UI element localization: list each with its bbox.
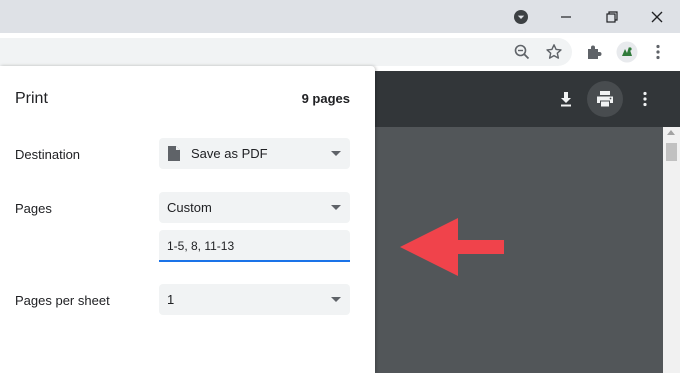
profile-button[interactable] [613,38,641,66]
scroll-up-arrow-icon[interactable] [667,130,675,135]
restore-button[interactable] [589,0,635,33]
document-icon [168,146,180,161]
address-bar[interactable] [0,38,572,66]
zoom-button[interactable] [508,38,536,66]
pages-per-sheet-value: 1 [167,292,175,307]
print-dialog: Print 9 pages Destination Save as PDF Pa… [0,66,375,373]
destination-label: Destination [15,147,81,162]
profile-menu-button[interactable] [498,0,544,33]
preview-header [375,71,680,127]
bookmark-button[interactable] [540,38,568,66]
avatar [616,41,638,63]
more-vert-icon [643,91,647,107]
preview-scrollbar[interactable] [663,127,680,373]
custom-pages-input[interactable] [167,237,342,255]
zoom-icon [514,44,530,60]
custom-pages-field[interactable] [159,230,350,262]
restore-icon [606,10,618,23]
minimize-icon [561,15,571,18]
close-button[interactable] [634,0,680,33]
dialog-title: Print [15,90,48,107]
title-bar [0,0,680,33]
chevron-down-icon [331,205,341,210]
extensions-icon [588,45,602,59]
chevron-down-circle-icon [514,9,528,24]
pages-select[interactable]: Custom [159,192,350,223]
download-button[interactable] [548,81,584,117]
more-vert-icon [656,44,660,60]
pages-per-sheet-select[interactable]: 1 [159,284,350,315]
pages-label: Pages [15,201,52,216]
pages-per-sheet-label: Pages per sheet [15,293,110,308]
browser-menu-button[interactable] [644,38,672,66]
download-icon [561,92,571,107]
print-button[interactable] [587,81,623,117]
destination-select[interactable]: Save as PDF [159,138,350,169]
scrollbar-thumb[interactable] [666,143,677,161]
destination-value: Save as PDF [191,146,268,161]
star-icon [546,44,562,59]
chevron-down-icon [331,151,341,156]
minimize-button[interactable] [543,0,589,33]
close-icon [651,11,663,22]
print-icon [597,91,613,107]
page-count: 9 pages [301,91,350,106]
pages-value: Custom [167,200,212,215]
preview-menu-button[interactable] [627,81,663,117]
annotation-arrow-icon [400,218,504,276]
extensions-button[interactable] [580,38,608,66]
chevron-down-icon [331,297,341,302]
